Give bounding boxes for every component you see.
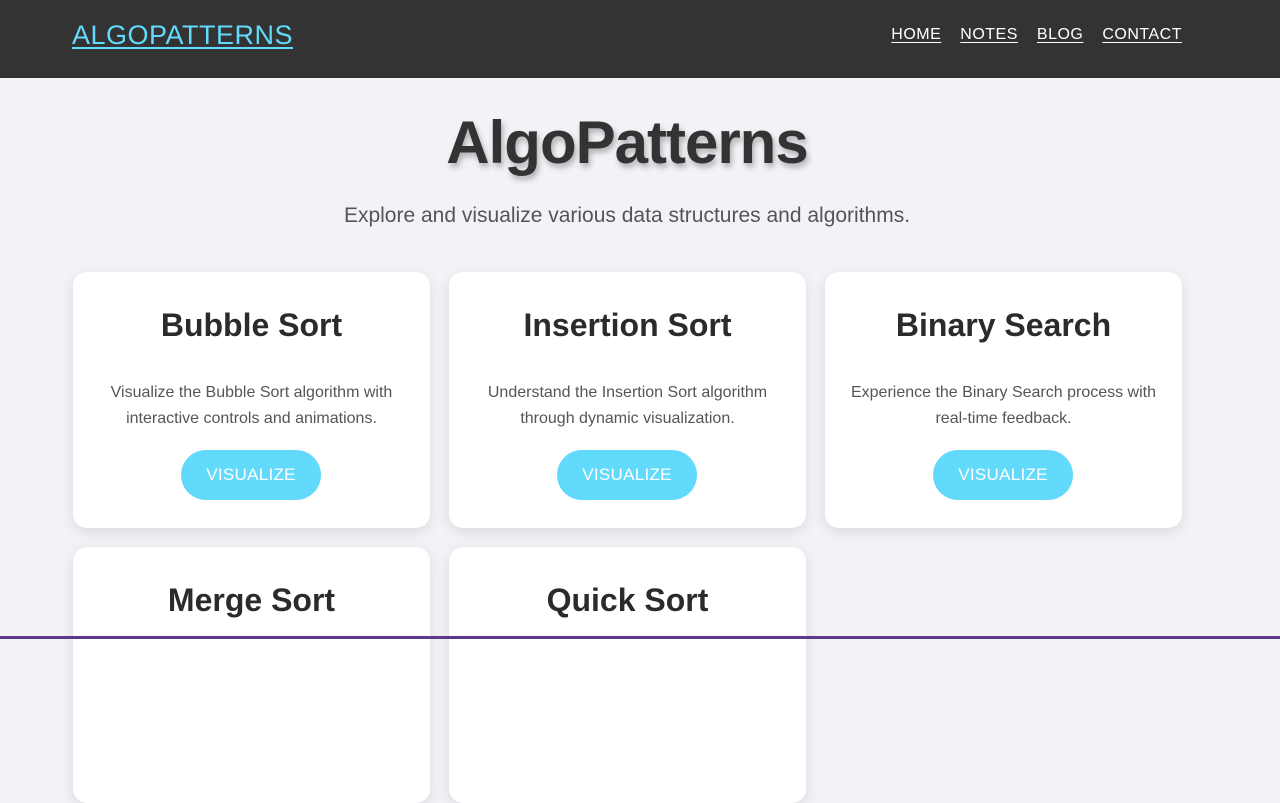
card-title: Insertion Sort [523, 307, 732, 343]
navbar: ALGOPATTERNS HOME NOTES BLOG CONTACT [0, 0, 1280, 78]
brand-link[interactable]: ALGOPATTERNS [72, 20, 293, 51]
card-description: Visualize the Bubble Sort algorithm with… [110, 384, 393, 427]
nav-link-contact[interactable]: CONTACT [1102, 26, 1182, 44]
page-subtitle: Explore and visualize various data struc… [343, 204, 911, 227]
card-description: Experience the Binary Search process wit… [850, 384, 1157, 427]
card-quick-sort: Quick Sort [449, 547, 806, 803]
card-description: Understand the Insertion Sort algorithm … [487, 384, 768, 427]
card-title: Bubble Sort [160, 307, 343, 343]
nav-link-notes[interactable]: NOTES [960, 26, 1018, 44]
page-title: AlgoPatterns [446, 109, 808, 176]
visualize-bubble-sort-button[interactable]: VISUALIZE [181, 450, 321, 500]
nav-link-blog[interactable]: BLOG [1037, 26, 1083, 44]
card-bubble-sort: Bubble Sort Visualize the Bubble Sort al… [73, 272, 430, 528]
card-insertion-sort: Insertion Sort Understand the Insertion … [449, 272, 806, 528]
card-title: Quick Sort [546, 582, 709, 618]
card-title: Merge Sort [167, 582, 336, 618]
card-title: Binary Search [895, 307, 1112, 343]
nav-link-home[interactable]: HOME [891, 26, 941, 44]
visualize-binary-search-button[interactable]: VISUALIZE [933, 450, 1073, 500]
card-binary-search: Binary Search Experience the Binary Sear… [825, 272, 1182, 528]
nav-links: HOME NOTES BLOG CONTACT [891, 26, 1182, 44]
card-merge-sort: Merge Sort [73, 547, 430, 803]
visualize-insertion-sort-button[interactable]: VISUALIZE [557, 450, 697, 500]
